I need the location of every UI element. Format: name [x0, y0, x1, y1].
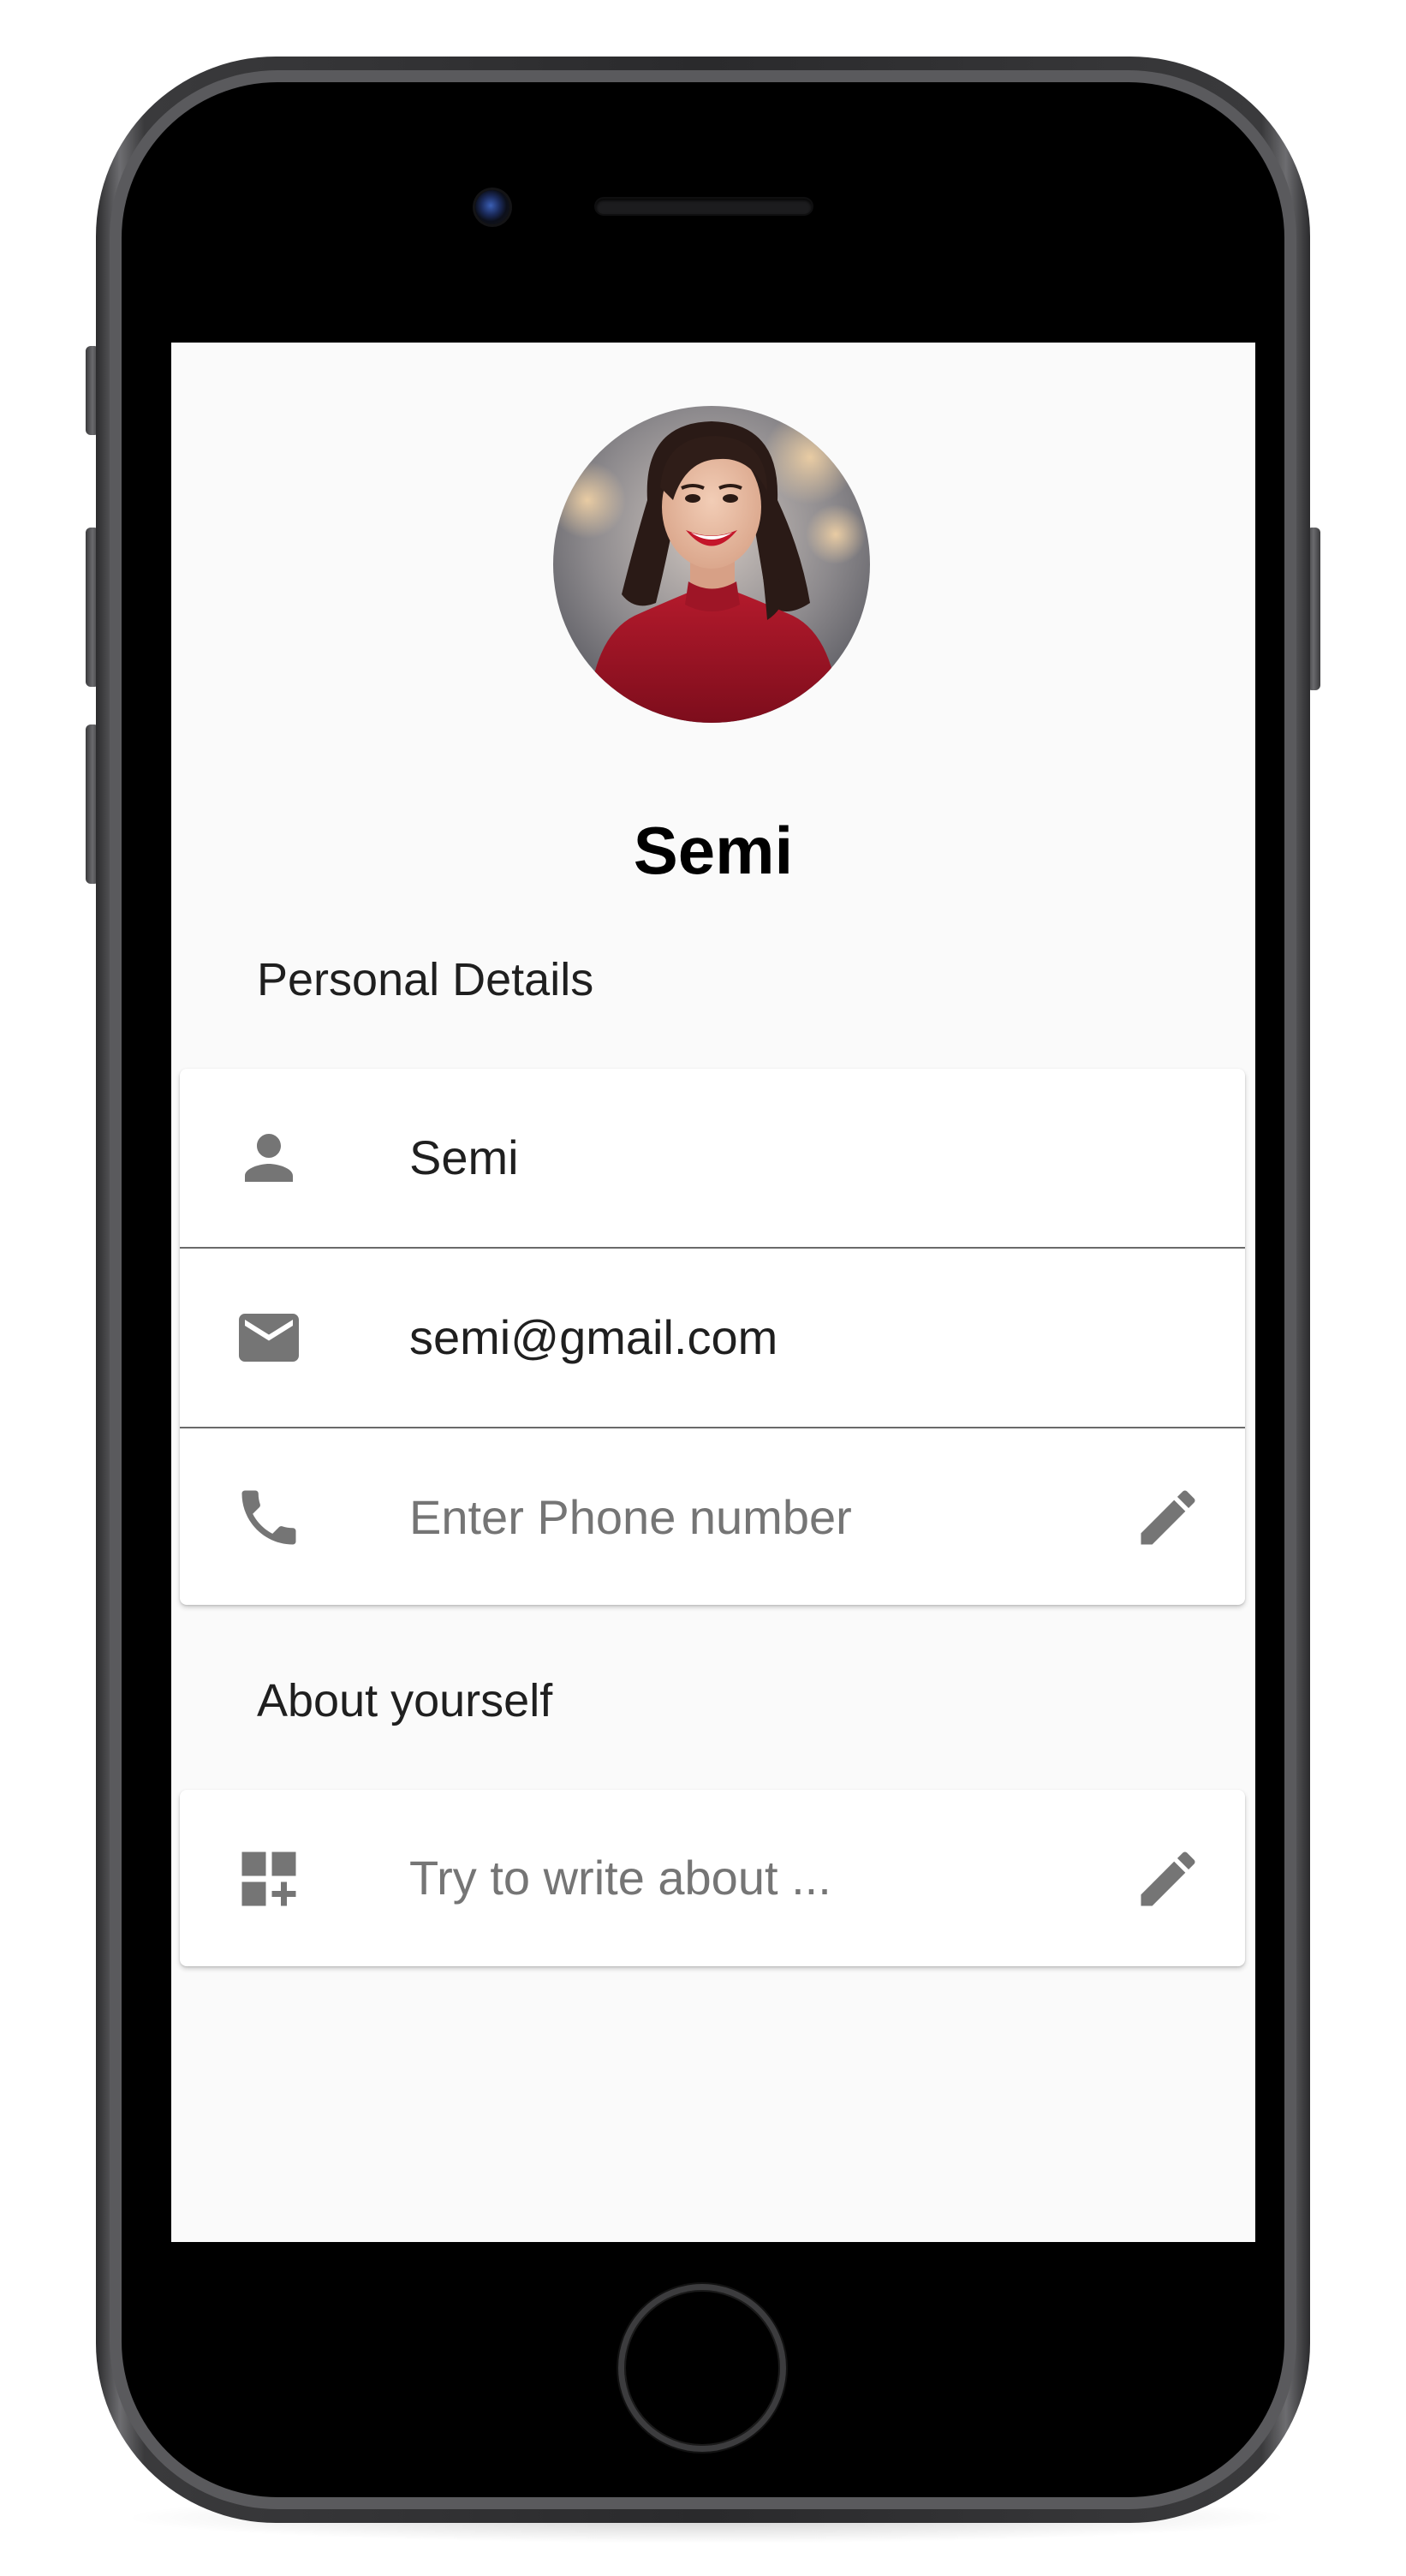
front-camera [475, 190, 509, 224]
personal-details-heading: Personal Details [257, 954, 594, 1005]
about-input[interactable]: Try to write about ... [409, 1850, 831, 1906]
about-card: Try to write about ... [180, 1790, 1245, 1966]
mail-icon [239, 1314, 299, 1362]
person-icon [245, 1134, 293, 1182]
profile-name: Semi [633, 813, 794, 888]
name-row[interactable]: Semi [180, 1069, 1245, 1247]
device-mockup: Semi Personal Details Semi semi@gmail.co… [0, 0, 1406, 2576]
email-row[interactable]: semi@gmail.com [180, 1249, 1245, 1427]
pencil-icon[interactable] [1132, 1843, 1204, 1915]
pencil-icon[interactable] [1132, 1482, 1204, 1553]
email-field[interactable]: semi@gmail.com [409, 1309, 777, 1366]
about-yourself-heading: About yourself [257, 1675, 553, 1726]
home-button[interactable] [618, 2284, 786, 2452]
phone-input[interactable]: Enter Phone number [409, 1489, 852, 1546]
avatar-photo [553, 406, 870, 723]
phone-icon [241, 1490, 296, 1545]
personal-details-card: Semi semi@gmail.com Enter Phone number [180, 1069, 1245, 1605]
earpiece-speaker [596, 199, 812, 214]
profile-screen: Semi Personal Details Semi semi@gmail.co… [171, 343, 1255, 2242]
avatar[interactable] [553, 406, 870, 723]
name-field[interactable]: Semi [409, 1130, 519, 1186]
add-dashboard-icon [241, 1852, 296, 1906]
phone-row[interactable]: Enter Phone number [180, 1428, 1245, 1607]
about-row[interactable]: Try to write about ... [180, 1790, 1245, 1966]
